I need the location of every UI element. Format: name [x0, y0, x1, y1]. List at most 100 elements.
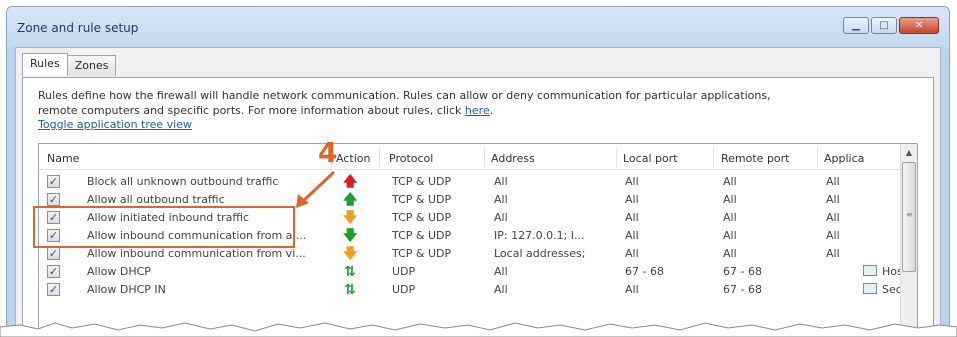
rule-local-port: All: [625, 211, 639, 224]
table-row[interactable]: ✓ Block all unknown outbound traffic 🡅 T…: [39, 173, 899, 191]
minimize-button[interactable]: ▁: [843, 17, 869, 34]
rule-name: Allow DHCP: [87, 265, 151, 278]
rule-application: All: [826, 247, 840, 260]
green-bidirectional-arrow-icon: ⇅: [344, 264, 356, 280]
column-header-address[interactable]: Address: [491, 152, 535, 165]
maximize-button[interactable]: □: [871, 17, 897, 34]
help-link[interactable]: here: [465, 104, 490, 117]
rule-enabled-checkbox[interactable]: ✓: [47, 229, 60, 242]
maximize-icon: □: [879, 19, 889, 31]
green-down-arrow-icon: 🡇: [343, 228, 358, 244]
rule-enabled-checkbox[interactable]: ✓: [47, 265, 60, 278]
rule-name: Allow all outbound traffic: [87, 193, 225, 206]
rule-application: All: [826, 193, 840, 206]
rules-panel: Rules define how the firewall will handl…: [22, 77, 934, 335]
rule-local-port: All: [625, 175, 639, 188]
green-bidirectional-arrow-icon: ⇅: [344, 282, 356, 298]
column-header-action[interactable]: Action: [336, 152, 370, 165]
column-divider[interactable]: [484, 147, 485, 167]
window-title: Zone and rule setup: [17, 21, 139, 35]
tab-rules[interactable]: Rules: [22, 53, 68, 76]
rule-local-port: All: [625, 247, 639, 260]
scrollbar-thumb[interactable]: ≡: [902, 162, 916, 272]
rule-local-port: All: [625, 193, 639, 206]
rule-protocol: UDP: [392, 283, 416, 296]
rule-enabled-checkbox[interactable]: ✓: [47, 247, 60, 260]
rule-remote-port: All: [723, 175, 737, 188]
rule-local-port: 67 - 68: [625, 265, 664, 278]
rule-remote-port: 67 - 68: [723, 283, 762, 296]
rule-name: Allow initiated inbound traffic: [87, 211, 250, 224]
orange-down-arrow-icon: 🡇: [343, 210, 358, 226]
rule-local-port: All: [625, 283, 639, 296]
column-header-remote-port[interactable]: Remote port: [721, 152, 790, 165]
rule-name: Allow inbound communication from vi...: [87, 247, 306, 260]
tab-strip: Rules Zones: [22, 53, 117, 76]
rule-name: Allow DHCP IN: [87, 283, 166, 296]
green-up-arrow-icon: 🡅: [343, 192, 358, 208]
table-row[interactable]: ✓ Allow DHCP IN ⇅ UDP All All 67 - 68 Se…: [39, 281, 902, 299]
rule-remote-port: All: [723, 193, 737, 206]
close-button[interactable]: ✕: [899, 17, 939, 34]
rule-address: All: [494, 193, 508, 206]
dialog-body: Rules Zones Rules define how the firewal…: [15, 47, 941, 336]
tab-zones[interactable]: Zones: [66, 55, 117, 76]
rule-remote-port: All: [723, 229, 737, 242]
rule-address: Local addresses;: [494, 247, 586, 260]
rule-address: IP: 127.0.0.1; I...: [494, 229, 585, 242]
rule-protocol: TCP & UDP: [392, 211, 452, 224]
table-row[interactable]: ✓ Allow inbound communication from vi...…: [39, 245, 899, 263]
callout-number: 4: [318, 136, 338, 169]
rule-protocol: TCP & UDP: [392, 229, 452, 242]
application-icon: [863, 283, 877, 294]
rule-application: All: [826, 229, 840, 242]
column-header-protocol[interactable]: Protocol: [389, 152, 433, 165]
rule-remote-port: 67 - 68: [723, 265, 762, 278]
rule-protocol: TCP & UDP: [392, 247, 452, 260]
table-header: Name Action Protocol Address Local port …: [39, 144, 917, 170]
scroll-up-arrow-icon[interactable]: ▲: [901, 144, 917, 161]
rule-name: Allow inbound communication from a ...: [87, 229, 307, 242]
rule-address: All: [494, 265, 508, 278]
title-bar[interactable]: Zone and rule setup ▁ □ ✕: [7, 7, 949, 47]
window-controls: ▁ □ ✕: [843, 17, 939, 34]
rule-enabled-checkbox[interactable]: ✓: [47, 283, 60, 296]
rules-description: Rules define how the firewall will handl…: [38, 88, 908, 118]
column-header-name[interactable]: Name: [47, 152, 79, 165]
red-up-arrow-icon: 🡅: [343, 174, 358, 190]
rule-enabled-checkbox[interactable]: ✓: [47, 175, 60, 188]
rule-application: Sec: [882, 283, 902, 296]
application-icon: [863, 265, 877, 276]
rule-local-port: All: [625, 229, 639, 242]
rule-protocol: UDP: [392, 265, 416, 278]
rule-address: All: [494, 283, 508, 296]
rule-application: All: [826, 175, 840, 188]
rule-remote-port: All: [723, 211, 737, 224]
column-divider[interactable]: [817, 147, 818, 167]
column-header-local-port[interactable]: Local port: [623, 152, 678, 165]
column-divider[interactable]: [713, 147, 714, 167]
column-divider[interactable]: [616, 147, 617, 167]
rule-enabled-checkbox[interactable]: ✓: [47, 211, 60, 224]
rules-table: Name Action Protocol Address Local port …: [38, 143, 918, 333]
close-icon: ✕: [914, 19, 924, 31]
column-divider[interactable]: [379, 147, 380, 167]
rule-address: All: [494, 175, 508, 188]
rule-remote-port: All: [723, 247, 737, 260]
table-row[interactable]: ✓ Allow initiated inbound traffic 🡇 TCP …: [39, 209, 899, 227]
rule-name: Block all unknown outbound traffic: [87, 175, 279, 188]
rule-address: All: [494, 211, 508, 224]
column-header-application[interactable]: Applica: [824, 152, 864, 165]
description-line-1: Rules define how the firewall will handl…: [38, 89, 771, 102]
vertical-scrollbar[interactable]: ▲ ≡: [900, 144, 917, 332]
grip-icon: ≡: [906, 210, 913, 219]
table-row[interactable]: ✓ Allow all outbound traffic 🡅 TCP & UDP…: [39, 191, 899, 209]
table-row[interactable]: ✓ Allow inbound communication from a ...…: [39, 227, 899, 245]
table-row[interactable]: ✓ Allow DHCP ⇅ UDP All 67 - 68 67 - 68 H…: [39, 263, 903, 281]
toggle-application-tree-link[interactable]: Toggle application tree view: [38, 118, 192, 131]
rule-application: All: [826, 211, 840, 224]
zone-rule-setup-window: Zone and rule setup ▁ □ ✕ Rules Zones Ru…: [6, 6, 950, 337]
rule-enabled-checkbox[interactable]: ✓: [47, 193, 60, 206]
rule-protocol: TCP & UDP: [392, 193, 452, 206]
orange-down-arrow-icon: 🡇: [343, 246, 358, 262]
